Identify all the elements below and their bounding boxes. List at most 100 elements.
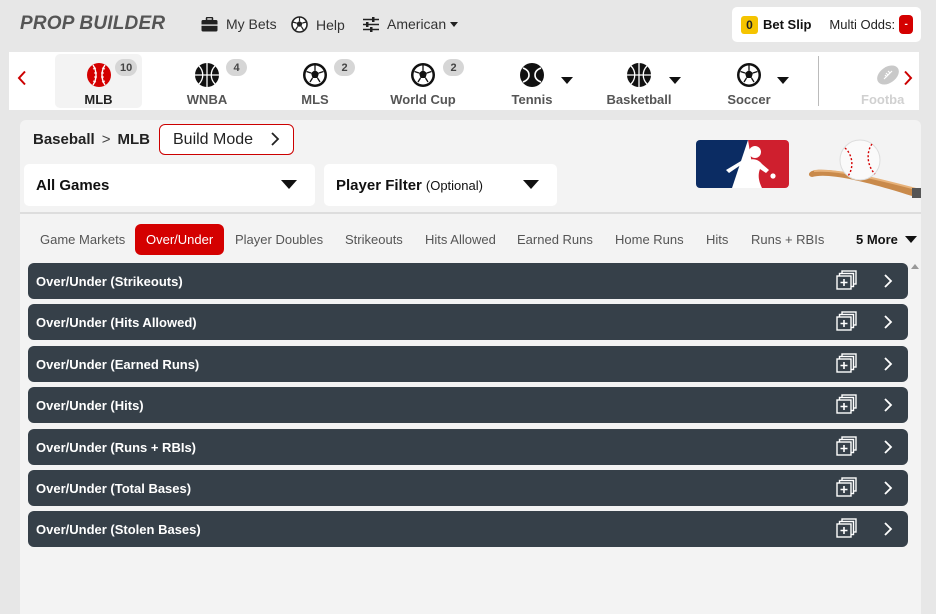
tab-runs-rbis[interactable]: Runs + RBIs [751,224,824,255]
sport-count-badge: 4 [226,59,247,76]
breadcrumb-separator: > [101,131,111,148]
chevron-right-icon [884,440,893,454]
multi-odds-label: Multi Odds: [829,17,896,32]
market-row[interactable]: Over/Under (Hits Allowed) [28,304,908,340]
sports-carousel: MLB 10 WNBA 4 MLS 2 World Cup 2 Tennis B… [9,52,919,110]
chevron-right-icon [884,398,893,412]
my-bets-link[interactable]: My Bets [201,16,277,32]
sport-item-wnba[interactable]: WNBA 4 [169,54,247,108]
market-title: Over/Under (Earned Runs) [36,356,200,372]
games-select-value: All Games [36,176,110,194]
player-filter-hint: (Optional) [425,177,483,193]
sport-item-basketball[interactable]: Basketball [604,54,674,108]
sport-label-mls: MLS [301,92,329,107]
sport-label-soccer: Soccer [727,92,771,107]
carousel-prev-button[interactable] [17,69,27,92]
bet-slip-count: 0 [741,15,758,34]
market-row[interactable]: Over/Under (Earned Runs) [28,346,908,382]
tab-home-runs[interactable]: Home Runs [615,224,684,255]
market-title: Over/Under (Hits) [36,397,144,413]
multi-odds-value: - [899,15,914,34]
tab-hits[interactable]: Hits [706,224,728,255]
bet-slip-label: Bet Slip [763,17,812,32]
add-to-builder-icon[interactable] [836,436,858,456]
chevron-right-icon [884,481,893,495]
sport-label-world-cup: World Cup [390,92,456,107]
chevron-down-icon [450,21,459,27]
player-filter-select[interactable]: Player Filter (Optional) [324,164,557,206]
games-select[interactable]: All Games [24,164,315,206]
chevron-down-icon[interactable] [777,77,789,84]
tab-game-markets[interactable]: Game Markets [40,224,125,255]
chevron-right-icon [884,357,893,371]
mlb-logo [696,140,789,188]
market-row[interactable]: Over/Under (Strikeouts) [28,263,908,299]
chevron-down-icon [904,236,917,243]
market-tabs: Game Markets Over/Under Player Doubles S… [20,212,921,258]
add-to-builder-icon[interactable] [836,477,858,497]
tab-earned-runs[interactable]: Earned Runs [517,224,593,255]
carousel-next-button[interactable] [903,69,913,92]
market-title: Over/Under (Total Bases) [36,480,192,496]
tab-over-under[interactable]: Over/Under [135,224,225,255]
scrollbar-up-arrow[interactable] [911,264,919,269]
sport-item-football[interactable]: Footba [861,54,907,108]
breadcrumb: Baseball > MLB [33,131,150,148]
brand-logo[interactable]: PROP BUILDER [20,13,165,35]
tab-player-doubles[interactable]: Player Doubles [235,224,323,255]
bet-slip-panel[interactable]: 0 Bet Slip Multi Odds: - [732,7,921,42]
add-to-builder-icon[interactable] [836,394,858,414]
sport-item-tennis[interactable]: Tennis [502,54,562,108]
basketball-icon [627,63,651,87]
odds-format-label: American [387,16,447,32]
sport-item-mls[interactable]: MLS 2 [280,54,355,108]
chevron-right-icon [884,315,893,329]
sport-item-world-cup[interactable]: World Cup 2 [386,54,464,108]
market-row[interactable]: Over/Under (Runs + RBIs) [28,429,908,465]
tennis-ball-icon [520,63,544,87]
help-ball-icon [291,16,308,33]
breadcrumb-league: MLB [117,131,150,148]
add-to-builder-icon[interactable] [836,518,858,538]
soccer-ball-icon [303,63,327,87]
market-row[interactable]: Over/Under (Total Bases) [28,470,908,506]
more-tabs-label: 5 More [856,232,898,247]
more-tabs-button[interactable]: 5 More [856,224,917,255]
sport-label-basketball: Basketball [606,92,672,107]
help-label: Help [316,16,345,33]
soccer-ball-icon [737,63,761,87]
chevron-down-icon[interactable] [669,77,681,84]
football-icon [877,65,899,85]
build-mode-button[interactable]: Build Mode [159,124,294,155]
market-row[interactable]: Over/Under (Stolen Bases) [28,511,908,547]
tab-strikeouts[interactable]: Strikeouts [345,224,403,255]
add-to-builder-icon[interactable] [836,311,858,331]
chevron-down-icon[interactable] [561,77,573,84]
chevron-right-icon [884,522,893,536]
chevron-right-icon [904,70,913,86]
chevron-right-icon [271,132,280,146]
sport-item-soccer[interactable]: Soccer [719,54,779,108]
baseball-bat-illustration [808,139,921,198]
add-to-builder-icon[interactable] [836,353,858,373]
sport-label-tennis: Tennis [511,92,553,107]
market-title: Over/Under (Strikeouts) [36,273,183,289]
carousel-divider [818,56,819,106]
add-to-builder-icon[interactable] [836,270,858,290]
odds-format-select[interactable]: American [363,16,459,32]
my-bets-label: My Bets [226,16,277,32]
main-panel: Baseball > MLB Build Mode All Games Play… [20,120,921,614]
help-link[interactable]: Help [291,16,345,33]
chevron-left-icon [17,70,26,86]
sport-count-badge: 10 [115,59,138,76]
breadcrumb-sport[interactable]: Baseball [33,131,95,148]
sliders-icon [363,16,379,32]
chevron-right-icon [884,274,893,288]
briefcase-icon [201,16,218,31]
player-filter-label: Player Filter [336,176,422,194]
market-row[interactable]: Over/Under (Hits) [28,387,908,423]
tab-hits-allowed[interactable]: Hits Allowed [425,224,496,255]
market-title: Over/Under (Stolen Bases) [36,521,201,537]
sport-label-football: Footba [861,92,905,107]
sport-item-mlb[interactable]: MLB 10 [55,54,142,108]
